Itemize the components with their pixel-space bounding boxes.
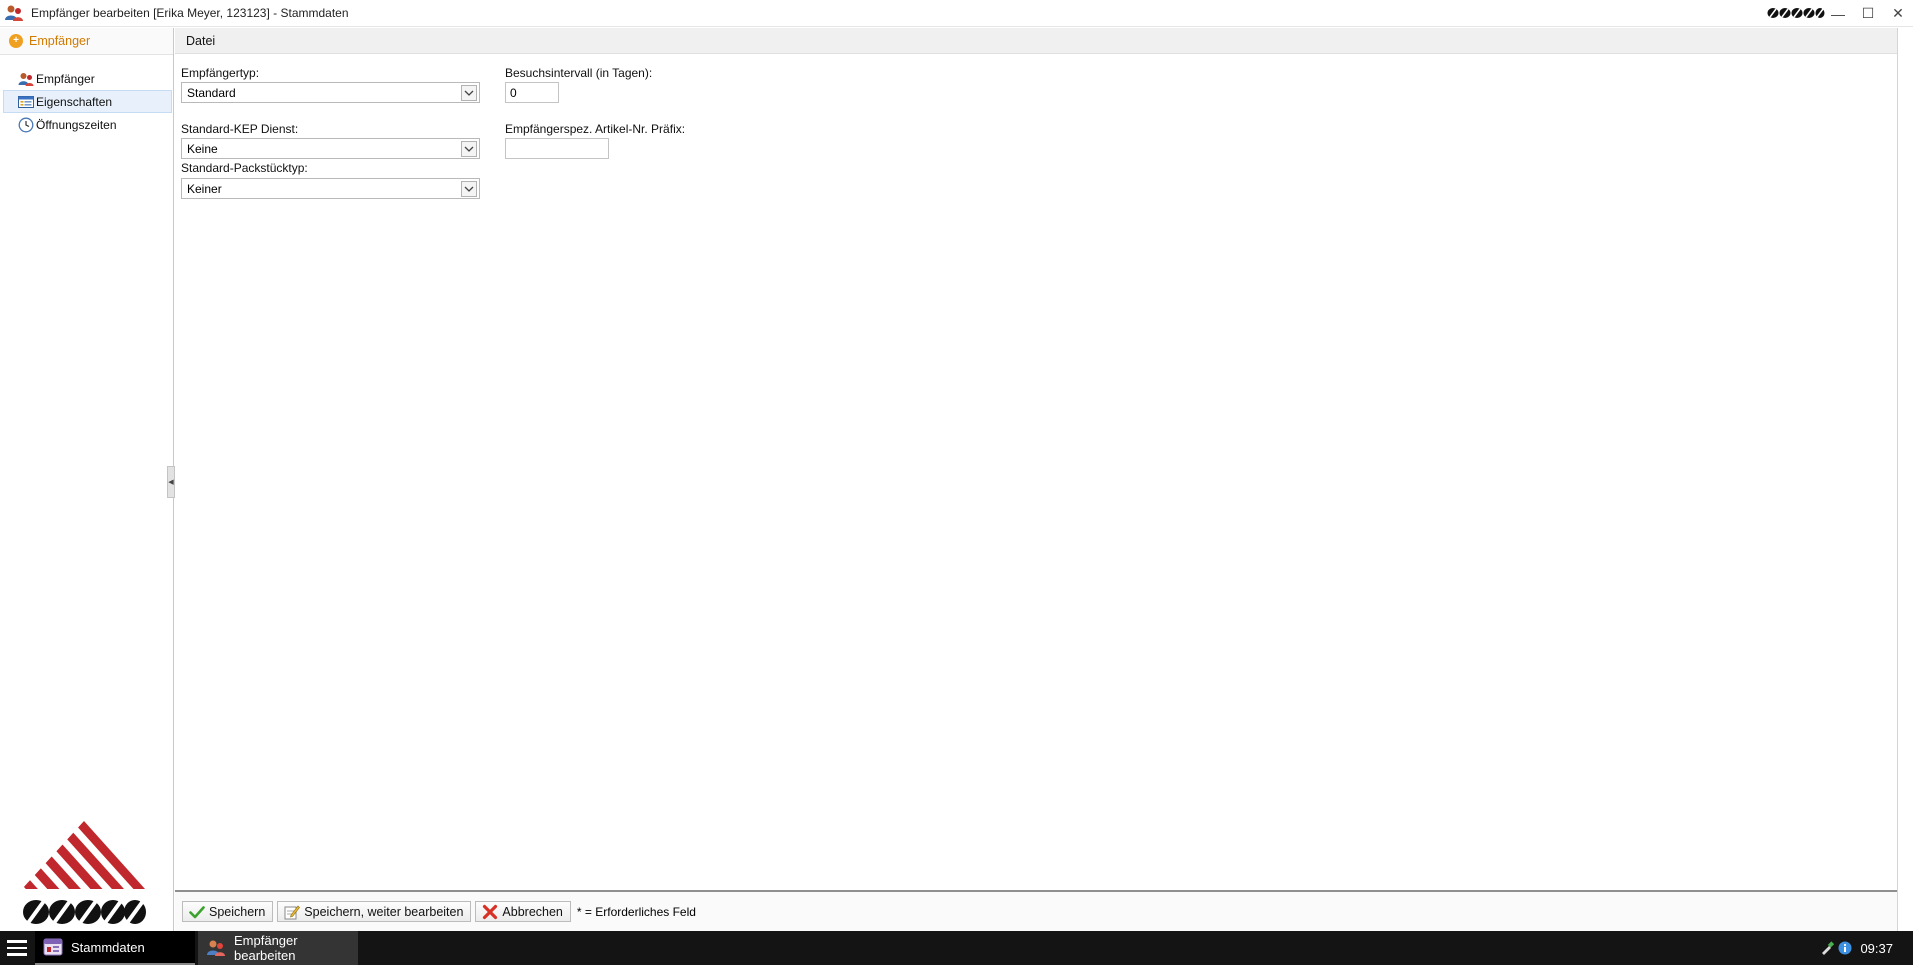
save-button-label: Speichern (209, 904, 266, 919)
chevron-down-icon[interactable] (461, 84, 477, 101)
close-button[interactable]: ✕ (1883, 0, 1913, 27)
kep-service-value: Keine (187, 141, 218, 156)
menu-bar: Datei (175, 28, 1897, 54)
usb-icon[interactable] (1820, 941, 1835, 955)
sidebar-header-label: Empfänger (29, 34, 91, 48)
cancel-button-label: Abbrechen (502, 904, 563, 919)
expand-circle-icon: + (9, 34, 23, 48)
task-label: Stammdaten (71, 939, 145, 955)
cancel-x-icon (482, 904, 498, 920)
recipient-app-icon (206, 938, 226, 958)
title-bar: Empfänger bearbeiten [Erika Meyer, 12312… (0, 0, 1913, 27)
save-continue-button[interactable]: Speichern, weiter bearbeiten (277, 901, 472, 922)
cosys-logo (1767, 5, 1825, 24)
save-continue-button-label: Speichern, weiter bearbeiten (304, 904, 464, 919)
save-button[interactable]: Speichern (182, 901, 274, 922)
recipient-type-value: Standard (187, 85, 236, 100)
users-icon (18, 71, 34, 87)
sidebar-item-empfaenger[interactable]: Empfänger (0, 67, 173, 90)
visit-interval-input[interactable]: 0 (505, 82, 559, 103)
left-panel: + Empfänger Empfänger Eigenschaften Öffn… (0, 28, 174, 931)
menu-file[interactable]: Datei (186, 34, 215, 48)
window-title: Empfänger bearbeiten [Erika Meyer, 12312… (31, 6, 349, 20)
sidebar-item-label: Eigenschaften (36, 94, 113, 109)
recipient-type-label: Empfängertyp: (181, 66, 260, 80)
chevron-down-icon[interactable] (461, 180, 477, 197)
package-type-select[interactable]: Keiner (181, 178, 480, 199)
sidebar-item-label: Empfänger (36, 71, 95, 86)
panel-collapse-handle[interactable]: ◀ (167, 466, 175, 498)
sidebar-nav: Empfänger Eigenschaften Öffnungszeiten (0, 67, 173, 136)
kep-service-label: Standard-KEP Dienst: (181, 122, 299, 136)
clock-icon (18, 117, 34, 133)
recipient-type-select[interactable]: Standard (181, 82, 480, 103)
chevron-down-icon[interactable] (461, 140, 477, 157)
sidebar-item-label: Öffnungszeiten (36, 117, 117, 132)
sidebar-header[interactable]: + Empfänger (0, 28, 173, 55)
taskbar: Stammdaten Empfänger bearbeiten 09:37 (0, 931, 1913, 965)
maximize-button[interactable]: ☐ (1853, 0, 1883, 27)
checkmark-icon (189, 904, 205, 920)
article-prefix-input[interactable] (505, 138, 609, 159)
cosys-brand-logo (22, 819, 147, 931)
package-type-value: Keiner (187, 181, 222, 196)
task-empfaenger-bearbeiten[interactable]: Empfänger bearbeiten (198, 931, 358, 965)
clock-time: 09:37 (1860, 940, 1893, 956)
visit-interval-value: 0 (510, 85, 517, 100)
minimize-button[interactable]: — (1823, 0, 1853, 27)
footer-bar: Speichern Speichern, weiter bearbeiten A… (175, 890, 1897, 931)
right-edge-bar (1897, 28, 1913, 931)
article-prefix-label: Empfängerspez. Artikel-Nr. Präfix: (505, 122, 686, 136)
stammdaten-app-icon (43, 937, 63, 957)
info-icon[interactable] (1838, 941, 1852, 955)
task-label: Empfänger bearbeiten (234, 933, 298, 963)
main-content: Datei Empfängertyp: Standard Standard-KE… (175, 28, 1897, 931)
kep-service-select[interactable]: Keine (181, 138, 480, 159)
visit-interval-label: Besuchsintervall (in Tagen): (505, 66, 653, 80)
package-type-label: Standard-Packstücktyp: (181, 161, 308, 175)
task-stammdaten[interactable]: Stammdaten (35, 931, 195, 965)
start-menu-hamburger-icon[interactable] (0, 931, 34, 965)
properties-icon (18, 94, 34, 110)
edit-note-icon (284, 904, 301, 920)
cancel-button[interactable]: Abbrechen (475, 901, 571, 922)
sidebar-item-eigenschaften[interactable]: Eigenschaften (3, 90, 172, 113)
required-field-note: * = Erforderliches Feld (576, 904, 696, 919)
sidebar-item-oeffnungszeiten[interactable]: Öffnungszeiten (0, 113, 173, 136)
system-tray: 09:37 (1820, 931, 1893, 965)
recipient-app-icon (4, 3, 24, 23)
